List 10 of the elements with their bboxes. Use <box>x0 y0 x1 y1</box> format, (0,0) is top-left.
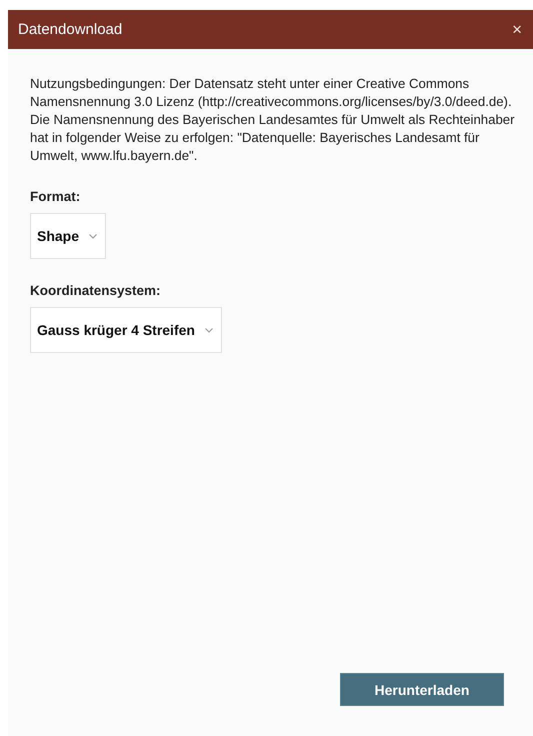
close-button[interactable]: × <box>510 20 524 40</box>
chevron-icon <box>204 328 213 332</box>
terms-text: Nutzungsbedingungen: Der Datensatz steht unter einer Creative Commons Namensnennung 3.0 Lizenz (http://creativecommons.org/licenses/by/3.0/deed.de). Die Namensnennung des Bayerischen Landesamtes für Umwelt als Rechteinhaber hat in folgender Weise zu erfolgen: "Datenquelle: Bayerisches Landesamt für Umwelt, www.lfu.bayern.de". <box>30 75 516 165</box>
field-label: Koordinatensystem: <box>30 283 162 298</box>
dropdown[interactable]: Shape <box>30 213 106 259</box>
field-label: Format: <box>30 189 82 204</box>
dropdown[interactable]: Gauss krüger 4 Streifen <box>30 307 222 353</box>
download-button[interactable]: Herunterladen <box>340 673 504 706</box>
window-title: Datendownload <box>18 21 122 38</box>
chevron-icon <box>89 234 98 238</box>
